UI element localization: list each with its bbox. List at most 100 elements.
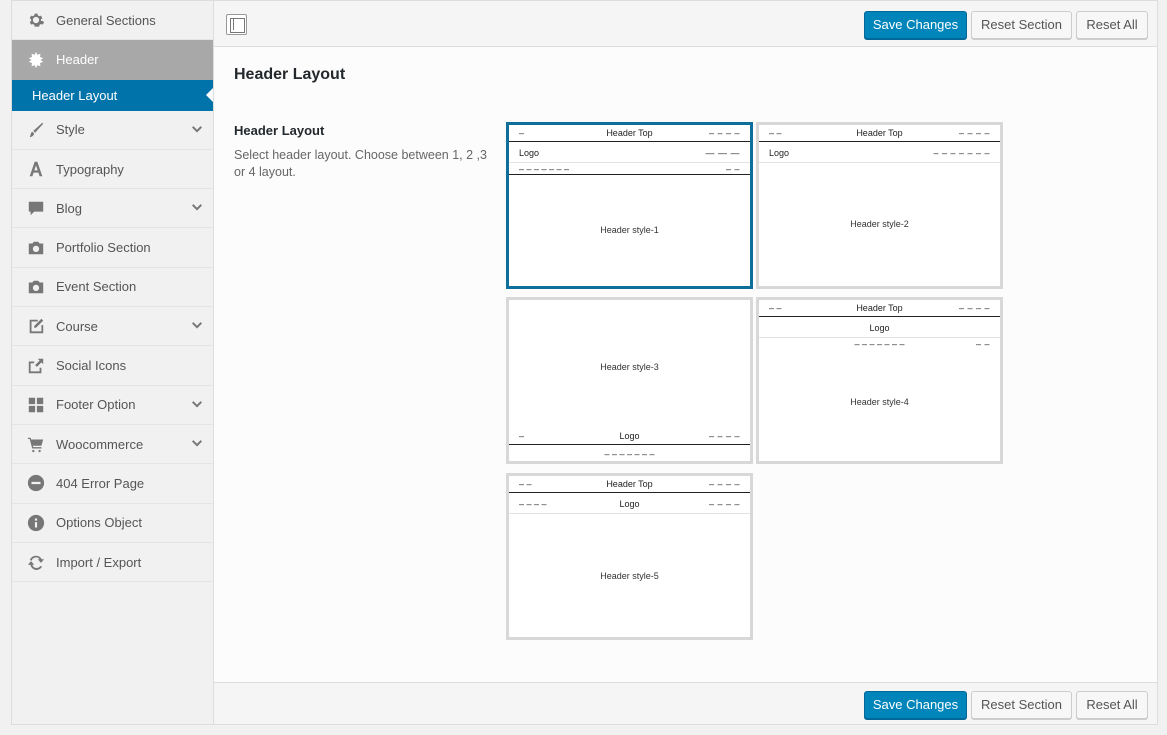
row-placeholder: – – (975, 339, 990, 349)
sidebar-item-general-sections[interactable]: General Sections (12, 1, 213, 41)
logo-label: Logo (869, 322, 890, 333)
sidebar-item-footer-option[interactable]: Footer Option (12, 386, 213, 425)
chevron-down-icon[interactable] (191, 438, 203, 450)
save-changes-button[interactable]: Save Changes (864, 11, 967, 39)
reset-section-button[interactable]: Reset Section (971, 691, 1072, 719)
row-placeholder: – – – – – – – (854, 339, 905, 349)
sidebar-item-import-export[interactable]: Import / Export (12, 543, 213, 583)
chevron-down-icon[interactable] (191, 124, 203, 136)
layout-option-style-3[interactable]: Header style-3 – Logo – – – – – – – – – … (506, 297, 753, 464)
row-placeholder: – – – – – – – (933, 147, 990, 158)
chevron-down-icon[interactable] (191, 399, 203, 411)
layout-label: Header style-5 (600, 571, 659, 581)
sidebar-item-label: Import / Export (56, 554, 142, 570)
gear-icon (26, 10, 46, 30)
save-changes-button[interactable]: Save Changes (864, 691, 967, 719)
sidebar-item-label: Typography (56, 161, 124, 177)
menu-row: – – – – – – – – – (509, 163, 750, 175)
row-placeholder: – – (725, 163, 740, 174)
field-title: Header Layout (234, 123, 325, 138)
info-icon (26, 513, 46, 533)
header-top-row: – – Header Top – – – – (509, 476, 750, 493)
sidebar-item-woocommerce[interactable]: Woocommerce (12, 425, 213, 465)
menu-row: – – – – – – – (509, 445, 750, 462)
row-placeholder: – – – – (708, 479, 740, 489)
sidebar-item-course[interactable]: Course (12, 307, 213, 347)
layout-label: Header style-4 (850, 397, 909, 407)
main-content: Header Layout Header Layout Select heade… (214, 47, 1157, 682)
logo-row: Logo – – – – – – – (759, 143, 1000, 163)
layout-option-style-4[interactable]: – – Header Top – – – – Logo – – – – – – … (756, 297, 1003, 464)
page-title: Header Layout (234, 66, 346, 83)
field-description: Select header layout. Choose between 1, … (234, 148, 487, 179)
sidebar-item-header[interactable]: Header (12, 40, 213, 80)
chevron-down-icon[interactable] (191, 202, 203, 214)
sidebar: General Sections Header Header Layout St… (12, 1, 214, 724)
cart-icon (26, 434, 46, 454)
sidebar-item-options-object[interactable]: Options Object (12, 504, 213, 543)
sidebar-item-label: Course (56, 318, 98, 334)
sidebar-item-label: Portfolio Section (56, 240, 151, 256)
row-placeholder: – – – – (958, 303, 990, 313)
sidebar-item-portfolio-section[interactable]: Portfolio Section (12, 228, 213, 268)
sidebar-item-label: Options Object (56, 515, 142, 531)
edit-icon (26, 316, 46, 336)
comment-icon (26, 198, 46, 218)
row-placeholder: — — — (705, 147, 740, 158)
sidebar-item-typography[interactable]: Typography (12, 150, 213, 190)
row-placeholder: – – – – (708, 128, 740, 138)
minus-circle-icon (26, 473, 46, 493)
row-placeholder: – – – – – – – (604, 448, 655, 459)
row-placeholder: – – – – (708, 431, 740, 441)
camera-icon (26, 277, 46, 297)
brush-icon (26, 120, 46, 140)
sidebar-item-404-error-page[interactable]: 404 Error Page (12, 464, 213, 504)
layout-option-style-2[interactable]: – – Header Top – – – – Logo – – – – – – … (756, 122, 1003, 289)
layout-option-style-1[interactable]: – Header Top – – – – Logo — — — – – – – … (506, 122, 753, 289)
expand-options-button[interactable] (226, 14, 247, 35)
layout-label: Header style-3 (600, 362, 659, 372)
sidebar-item-label: 404 Error Page (56, 475, 145, 491)
reset-all-button[interactable]: Reset All (1076, 691, 1148, 719)
sun-icon (26, 50, 46, 70)
sidebar-item-style[interactable]: Style (12, 111, 213, 150)
sidebar-item-blog[interactable]: Blog (12, 189, 213, 229)
header-top-row: – Header Top – – – – (509, 125, 750, 142)
sidebar-item-label: Social Icons (56, 358, 127, 374)
row-placeholder: – – – – (708, 498, 740, 509)
header-top-row: – – Header Top – – – – (759, 300, 1000, 317)
logo-label: Logo (769, 147, 790, 158)
sidebar-item-label: General Sections (56, 12, 156, 28)
refresh-icon (26, 552, 46, 572)
camera-icon (26, 238, 46, 258)
chevron-down-icon[interactable] (191, 320, 203, 332)
top-toolbar: Save Changes Reset Section Reset All (214, 1, 1157, 47)
sidebar-item-event-section[interactable]: Event Section (12, 268, 213, 308)
reset-all-button[interactable]: Reset All (1076, 11, 1148, 39)
row-placeholder: – – – – (958, 128, 990, 138)
layout-label: Header style-1 (600, 225, 659, 235)
logo-label: Logo (519, 147, 540, 158)
sidebar-item-label: Woocommerce (56, 436, 144, 452)
sidebar-item-label: Footer Option (56, 397, 136, 413)
sidebar-item-social-icons[interactable]: Social Icons (12, 346, 213, 386)
sidebar-subitem-header-layout[interactable]: Header Layout (12, 79, 213, 111)
grid-icon (26, 395, 46, 415)
share-icon (26, 356, 46, 376)
bottom-toolbar: Save Changes Reset Section Reset All (214, 682, 1157, 724)
sidebar-item-label: Event Section (56, 279, 137, 295)
logo-row: – – – – Logo – – – – (509, 494, 750, 514)
logo-row: Logo — — — (509, 143, 750, 163)
options-panel: General Sections Header Header Layout St… (11, 0, 1158, 725)
row-placeholder: – – – – – – – (519, 163, 570, 174)
header-top-row: – – Header Top – – – – (759, 125, 1000, 142)
layout-option-style-5[interactable]: – – Header Top – – – – – – – – Logo – – … (506, 473, 753, 640)
sidebar-item-label: Style (56, 122, 85, 138)
sidebar-item-label: Header (56, 52, 99, 68)
logo-row: – Logo – – – – (509, 428, 750, 445)
logo-row: Logo (759, 318, 1000, 338)
sidebar-subitem-label: Header Layout (32, 87, 118, 103)
reset-section-button[interactable]: Reset Section (971, 11, 1072, 39)
menu-row: – – – – – – – – – (759, 338, 1000, 350)
sidebar-item-label: Blog (56, 200, 83, 216)
